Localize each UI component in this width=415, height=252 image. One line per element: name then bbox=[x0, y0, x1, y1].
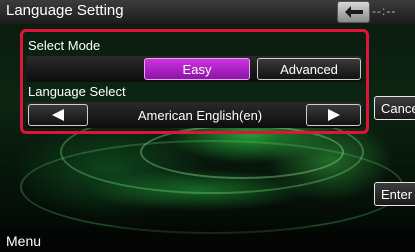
select-mode-label: Select Mode bbox=[28, 38, 101, 53]
easy-button[interactable]: Easy bbox=[144, 58, 250, 80]
back-button[interactable] bbox=[337, 1, 370, 23]
enter-label: Enter bbox=[381, 186, 413, 202]
advanced-label: Advanced bbox=[280, 61, 338, 77]
enter-button[interactable]: Enter bbox=[374, 182, 415, 206]
background-swirl bbox=[20, 140, 404, 234]
cancel-label: Cancel bbox=[381, 100, 415, 116]
left-triangle-icon bbox=[52, 109, 64, 121]
easy-label: Easy bbox=[182, 61, 212, 77]
menu-button[interactable]: Menu bbox=[6, 233, 41, 249]
cancel-button[interactable]: Cancel bbox=[374, 96, 415, 120]
right-triangle-icon bbox=[327, 109, 340, 121]
title-bar: Language Setting --:-- bbox=[0, 0, 415, 24]
screen: Language Setting --:-- Select Mode Easy … bbox=[0, 0, 415, 252]
back-arrow-icon bbox=[344, 6, 363, 18]
bottom-bar bbox=[0, 226, 415, 252]
next-language-button[interactable] bbox=[306, 104, 361, 126]
language-select-label: Language Select bbox=[28, 84, 126, 99]
page-title: Language Setting bbox=[6, 2, 124, 19]
advanced-button[interactable]: Advanced bbox=[257, 58, 361, 80]
clock: --:-- bbox=[372, 4, 397, 18]
previous-language-button[interactable] bbox=[28, 104, 88, 126]
current-language: American English(en) bbox=[137, 108, 263, 123]
